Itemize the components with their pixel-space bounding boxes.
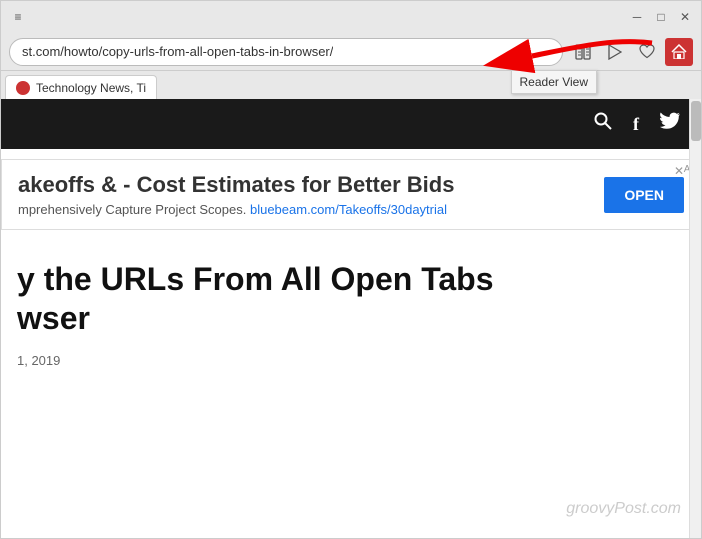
site-brand: groovyPost.com — [566, 500, 681, 518]
tab-favicon — [16, 81, 30, 95]
article-title: y the URLs From All Open Tabs wser — [17, 260, 685, 337]
play-button[interactable] — [601, 38, 629, 66]
window-controls: ─ □ ✕ — [629, 9, 693, 25]
ad-subtitle: mprehensively Capture Project Scopes. bl… — [18, 202, 584, 217]
home-button[interactable] — [665, 38, 693, 66]
article-date: 1, 2019 — [17, 353, 685, 368]
ad-open-button[interactable]: OPEN — [604, 177, 684, 213]
reader-view-button[interactable]: Reader View — [569, 38, 597, 66]
minimize-button[interactable]: ─ — [629, 9, 645, 25]
browser-tab[interactable]: Technology News, Ti — [5, 75, 157, 99]
webpage-content: f akeoffs & - Cost Estimates for Better … — [1, 99, 701, 538]
address-bar-row: st.com/howto/copy-urls-from-all-open-tab… — [1, 33, 701, 71]
facebook-nav-icon[interactable]: f — [633, 114, 639, 135]
article-content: y the URLs From All Open Tabs wser 1, 20… — [1, 240, 701, 538]
ad-close-button[interactable]: ✕ — [674, 164, 684, 178]
heart-icon — [639, 44, 655, 59]
scrollbar[interactable] — [689, 99, 701, 538]
site-navigation: f — [1, 99, 701, 149]
maximize-button[interactable]: □ — [653, 9, 669, 25]
scrollbar-thumb[interactable] — [691, 101, 701, 141]
close-button[interactable]: ✕ — [677, 9, 693, 25]
title-bar: ≡ ─ □ ✕ — [1, 1, 701, 33]
browser-window: ≡ ─ □ ✕ st.com/howto/copy-urls-from-all-… — [0, 0, 702, 539]
favorite-button[interactable] — [633, 38, 661, 66]
reader-view-tooltip: Reader View — [511, 70, 597, 94]
address-bar[interactable]: st.com/howto/copy-urls-from-all-open-tab… — [9, 38, 563, 66]
url-text: st.com/howto/copy-urls-from-all-open-tab… — [22, 44, 333, 59]
toolbar-icons: Reader View — [569, 38, 693, 66]
ad-title: akeoffs & - Cost Estimates for Better Bi… — [18, 172, 584, 198]
ad-link[interactable]: bluebeam.com/Takeoffs/30daytrial — [250, 202, 447, 217]
play-icon — [608, 44, 622, 60]
home-icon — [671, 44, 687, 59]
tab-title: Technology News, Ti — [36, 81, 146, 95]
menu-icon[interactable]: ≡ — [9, 8, 27, 26]
advertisement-banner: akeoffs & - Cost Estimates for Better Bi… — [1, 159, 701, 230]
reader-view-icon — [574, 43, 592, 61]
ad-content: akeoffs & - Cost Estimates for Better Bi… — [18, 172, 584, 217]
search-nav-icon[interactable] — [593, 111, 613, 137]
twitter-nav-icon[interactable] — [659, 112, 681, 136]
